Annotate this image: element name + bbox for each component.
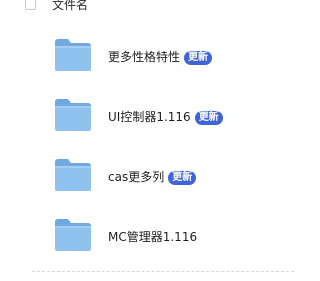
update-badge: 更新 xyxy=(184,51,213,65)
name-column-header[interactable]: 文件名 xyxy=(52,0,88,12)
update-badge: 更新 xyxy=(168,171,197,185)
update-badge: 更新 xyxy=(194,111,223,125)
list-divider xyxy=(32,271,294,272)
file-row[interactable]: 更多性格特性 更新 xyxy=(0,38,294,78)
file-name[interactable]: cas更多列 更新 xyxy=(108,169,197,185)
file-name[interactable]: MC管理器1.116 xyxy=(108,229,197,245)
file-row[interactable]: cas更多列 更新 xyxy=(0,158,294,198)
folder-icon xyxy=(55,219,91,251)
folder-icon xyxy=(55,159,91,191)
file-row[interactable]: MC管理器1.116 xyxy=(0,218,294,258)
folder-icon xyxy=(55,99,91,131)
file-row[interactable]: UI控制器1.116 更新 xyxy=(0,98,294,138)
select-all-checkbox[interactable] xyxy=(25,0,36,10)
file-name[interactable]: 更多性格特性 更新 xyxy=(108,49,213,65)
folder-icon xyxy=(55,39,91,71)
file-list-header: 文件名 xyxy=(0,0,294,14)
file-name[interactable]: UI控制器1.116 更新 xyxy=(108,109,223,125)
